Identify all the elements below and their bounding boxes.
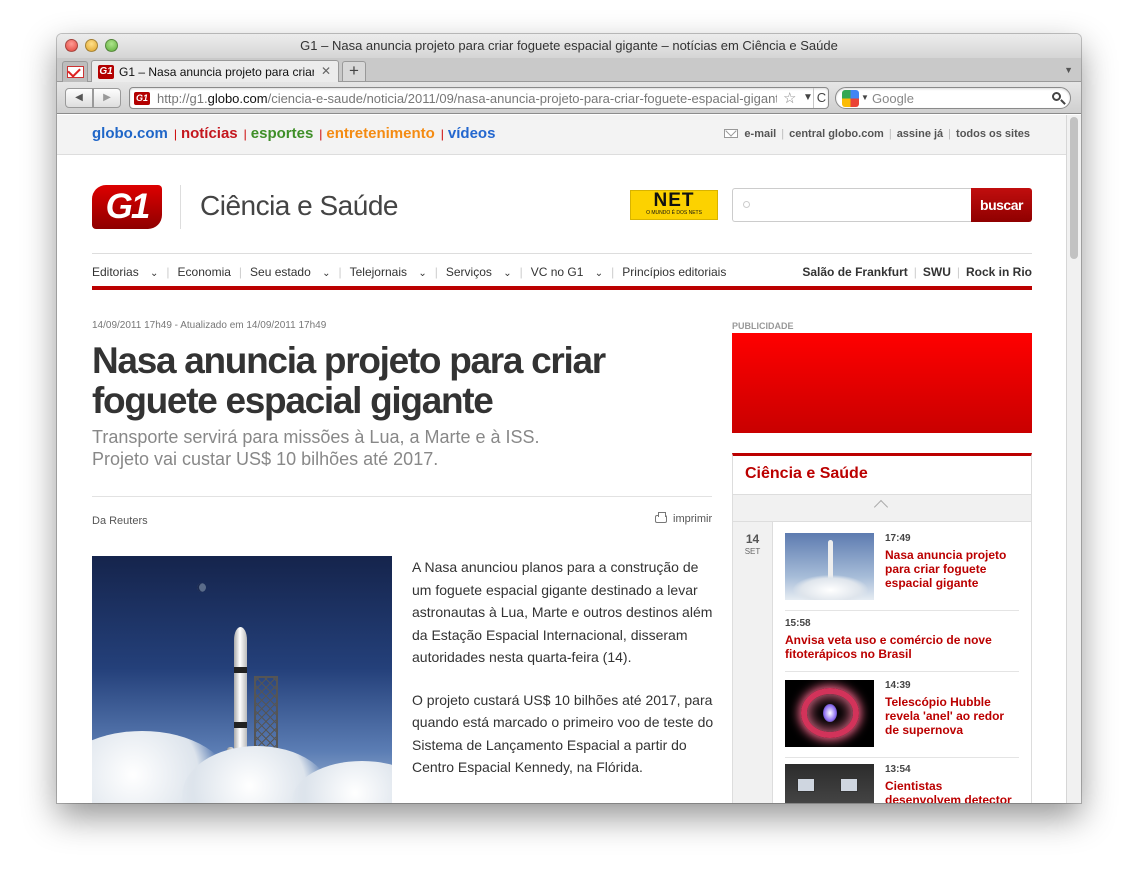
globo-link[interactable]: globo.com: [92, 125, 168, 142]
print-link[interactable]: imprimir: [655, 512, 712, 525]
forward-button[interactable]: ▶: [93, 88, 121, 108]
article-divider: [92, 496, 712, 497]
net-advertisement[interactable]: NET O MUNDO É DOS NETS: [630, 190, 718, 220]
assine-link[interactable]: assine já: [897, 128, 943, 140]
header-divider: [180, 185, 181, 229]
tab-title: G1 – Nasa anuncia projeto para criar fog…: [119, 65, 314, 79]
globo-right-links: e-mail | central globo.com | assine já | todos…: [724, 128, 1030, 140]
back-button[interactable]: ◀: [65, 88, 93, 108]
chevron-up-icon: [873, 499, 889, 515]
advertisement-banner[interactable]: [732, 333, 1032, 433]
todos-sites-link[interactable]: todos os sites: [956, 128, 1030, 140]
nav-item-vc-no-g1[interactable]: VC no G1 ⌄: [531, 265, 603, 279]
google-icon[interactable]: [842, 90, 859, 107]
nav-item-seu-estado[interactable]: Seu estado ⌄: [250, 265, 330, 279]
widget-title[interactable]: Ciência e Saúde: [745, 465, 868, 483]
history-dropdown-icon[interactable]: ▼: [803, 92, 813, 103]
widget-date-column: 14 SET: [733, 522, 773, 803]
tab-gmail[interactable]: [62, 61, 88, 82]
news-item[interactable]: 15:58 Anvisa veta uso e comércio de nove…: [785, 618, 1019, 672]
printer-icon: [655, 512, 667, 523]
search-placeholder: Google: [872, 91, 914, 106]
g1-logo[interactable]: G1: [92, 185, 162, 229]
news-thumbnail[interactable]: [785, 533, 874, 600]
nav-salao-frankfurt[interactable]: Salão de Frankfurt: [802, 265, 907, 279]
globo-nav: globo.com | notícias | esportes | entretenimen…: [92, 125, 496, 142]
buscar-button[interactable]: buscar: [971, 188, 1032, 222]
nav-swu[interactable]: SWU: [923, 265, 951, 279]
site-search-input[interactable]: [732, 188, 972, 222]
new-tab-button[interactable]: +: [342, 61, 366, 81]
nav-item-editorias[interactable]: Editorias ⌄: [92, 265, 158, 279]
moon: [197, 583, 206, 592]
article-headline: Nasa anuncia projeto para criar foguete …: [92, 340, 606, 421]
search-icon: [743, 201, 750, 208]
news-item[interactable]: 13:54 Cientistas desenvolvem detector: [785, 764, 1019, 803]
scroll-up-button[interactable]: [733, 494, 1031, 522]
article-byline: Da Reuters: [92, 515, 148, 527]
vertical-scrollbar[interactable]: [1066, 115, 1081, 803]
article-paragraph: O projeto custará US$ 10 bilhões até 201…: [412, 691, 714, 776]
article-paragraph: A Nasa anunciou planos para a construção…: [412, 559, 713, 665]
window-controls: [65, 39, 118, 52]
engine-dropdown-icon[interactable]: ▼: [861, 93, 869, 102]
nav-item-principios[interactable]: Princípios editoriais: [622, 265, 726, 279]
nav-item-servicos[interactable]: Serviços ⌄: [446, 265, 512, 279]
browser-window: G1 – Nasa anuncia projeto para criar fog…: [57, 34, 1081, 803]
scrollbar-thumb[interactable]: [1070, 117, 1078, 259]
ad-label: PUBLICIDADE: [732, 321, 794, 331]
bookmark-star-icon[interactable]: ☆: [783, 89, 796, 107]
gmail-icon: [67, 66, 84, 78]
search-icon[interactable]: [1052, 92, 1061, 101]
noticias-link[interactable]: notícias: [181, 125, 238, 142]
news-thumbnail[interactable]: [785, 764, 874, 803]
news-item[interactable]: 14:39 Telescópio Hubble revela 'anel' ao…: [785, 680, 1019, 760]
tab-active[interactable]: G1 G1 – Nasa anuncia projeto para criar …: [91, 60, 339, 83]
main-nav: Editorias ⌄ | Economia | Seu estado ⌄ | Telejo…: [92, 253, 1032, 290]
globo-bar: globo.com | notícias | esportes | entretenimen…: [57, 115, 1066, 155]
url-text[interactable]: http://g1.globo.com/ciencia-e-saude/noti…: [157, 91, 777, 106]
nav-item-economia[interactable]: Economia: [178, 265, 231, 279]
news-item[interactable]: 17:49 Nasa anuncia projeto para criar fo…: [785, 533, 1019, 613]
email-link[interactable]: e-mail: [744, 128, 776, 140]
nav-rock-in-rio[interactable]: Rock in Rio: [966, 265, 1032, 279]
tab-close-icon[interactable]: ✕: [321, 64, 331, 78]
article-image-rocket[interactable]: [92, 556, 392, 803]
main-nav-items: Editorias ⌄ | Economia | Seu estado ⌄ | Telejo…: [92, 265, 727, 279]
nav-highlights: Salão de Frankfurt | SWU | Rock in Rio: [802, 265, 1032, 279]
article-subtitle: Transporte servirá para missões à Lua, a…: [92, 427, 540, 469]
article-body: A Nasa anunciou planos para a construção…: [412, 556, 717, 799]
close-window-button[interactable]: [65, 39, 78, 52]
central-link[interactable]: central globo.com: [789, 128, 884, 140]
news-widget: Ciência e Saúde 14 SET 17:49 Nasa anunci…: [732, 453, 1032, 803]
tab-list-dropdown-icon[interactable]: ▼: [1064, 65, 1073, 75]
window-titlebar: G1 – Nasa anuncia projeto para criar fog…: [57, 34, 1081, 58]
envelope-icon: [724, 129, 739, 138]
window-title: G1 – Nasa anuncia projeto para criar fog…: [300, 38, 838, 53]
news-thumbnail[interactable]: [785, 680, 874, 747]
zoom-window-button[interactable]: [105, 39, 118, 52]
entretenimento-link[interactable]: entretenimento: [326, 125, 434, 142]
page-viewport: globo.com | notícias | esportes | entretenimen…: [57, 115, 1066, 803]
g1-favicon-icon: G1: [134, 92, 150, 105]
minimize-window-button[interactable]: [85, 39, 98, 52]
nav-item-telejornais[interactable]: Telejornais ⌄: [350, 265, 427, 279]
section-title[interactable]: Ciência e Saúde: [200, 190, 398, 222]
g1-favicon-icon: G1: [98, 65, 114, 79]
address-bar[interactable]: G1 http://g1.globo.com/ciencia-e-saude/n…: [129, 87, 829, 109]
navigation-toolbar: ◀ ▶ G1 http://g1.globo.com/ciencia-e-sau…: [57, 82, 1081, 114]
videos-link[interactable]: vídeos: [448, 125, 496, 142]
article-date: 14/09/2011 17h49 - Atualizado em 14/09/2…: [92, 320, 327, 331]
tab-bar: G1 G1 – Nasa anuncia projeto para criar …: [57, 58, 1081, 83]
reload-button[interactable]: C: [813, 88, 829, 108]
esportes-link[interactable]: esportes: [251, 125, 314, 142]
search-engine-box[interactable]: ▼ Google: [835, 87, 1071, 109]
